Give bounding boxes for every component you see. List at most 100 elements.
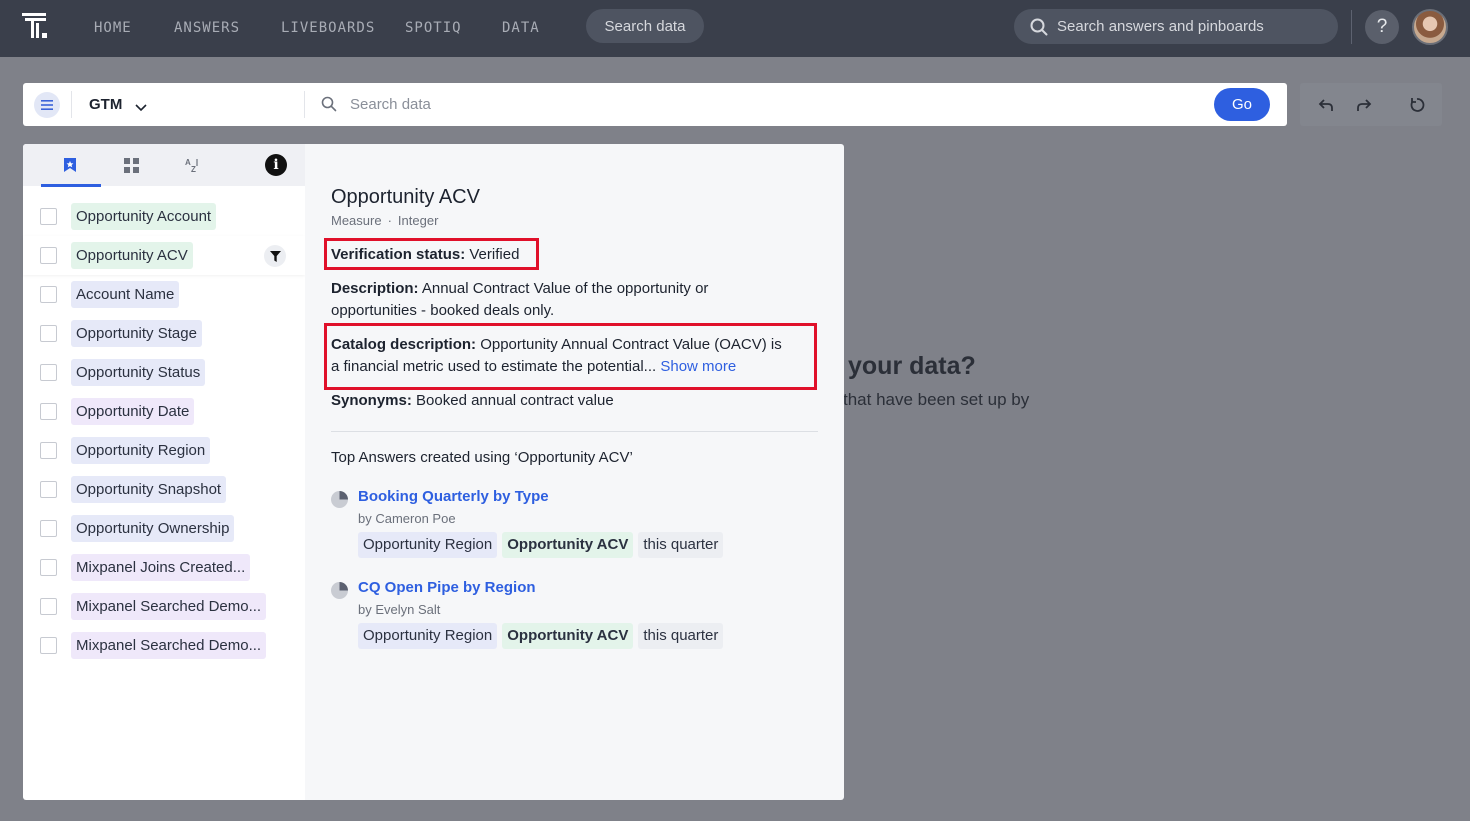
- redo-icon[interactable]: [1354, 95, 1374, 115]
- nav-divider: [1351, 10, 1352, 44]
- answer-chip: Opportunity ACV: [502, 623, 634, 649]
- divider: [71, 91, 72, 118]
- user-avatar[interactable]: [1412, 9, 1448, 45]
- answer-author: by Evelyn Salt: [358, 602, 441, 617]
- help-button[interactable]: ?: [1365, 10, 1399, 44]
- answer-chips: Opportunity Region Opportunity ACV this …: [358, 532, 724, 558]
- columns-panel: AZ i Opportunity Account Opportunity ACV…: [23, 144, 315, 800]
- undo-icon[interactable]: [1316, 95, 1336, 115]
- menu-icon[interactable]: [34, 92, 60, 118]
- column-row[interactable]: Opportunity Ownership: [23, 509, 305, 548]
- column-row[interactable]: Account Name: [23, 275, 305, 314]
- column-chip[interactable]: Opportunity Region: [71, 437, 211, 464]
- answer-chip: this quarter: [638, 532, 724, 558]
- search-icon: [321, 96, 337, 117]
- info-icon[interactable]: i: [265, 154, 287, 176]
- nav-liveboards[interactable]: LIVEBOARDS: [281, 20, 375, 36]
- grid-icon[interactable]: [120, 154, 142, 176]
- column-row[interactable]: Opportunity Stage: [23, 314, 305, 353]
- answer-chips: Opportunity Region Opportunity ACV this …: [358, 623, 724, 649]
- history-controls: [1300, 83, 1442, 126]
- nav-spotiq[interactable]: SPOTIQ: [405, 20, 462, 36]
- bookmark-icon[interactable]: [59, 154, 81, 176]
- column-chip[interactable]: Opportunity Stage: [71, 320, 202, 347]
- answer-chip: Opportunity Region: [358, 532, 498, 558]
- verification-value: Verified: [469, 246, 520, 263]
- catalog-line-2: a financial metric used to estimate the …: [331, 358, 657, 375]
- description-line-1: Annual Contract Value of the opportunity…: [421, 280, 709, 297]
- catalog-description: Catalog description: Opportunity Annual …: [331, 334, 782, 378]
- filter-icon[interactable]: [264, 245, 286, 267]
- chevron-down-icon[interactable]: [135, 99, 147, 117]
- catalog-label: Catalog description:: [331, 336, 477, 353]
- background-heading: your data?: [848, 352, 976, 380]
- column-chip[interactable]: Opportunity Date: [71, 398, 195, 425]
- description-line-2: opportunities - booked deals only.: [331, 302, 555, 319]
- answer-link[interactable]: CQ Open Pipe by Region: [358, 579, 536, 596]
- background-subtext: that have been set up by: [843, 390, 1030, 409]
- pie-chart-icon: [331, 491, 348, 508]
- show-more-link[interactable]: Show more: [660, 358, 736, 375]
- column-checkbox[interactable]: [40, 559, 57, 576]
- column-datatype: Integer: [397, 213, 439, 228]
- answer-chip: Opportunity Region: [358, 623, 498, 649]
- column-chip[interactable]: Opportunity Snapshot: [71, 476, 227, 503]
- meta-separator: ·: [387, 213, 392, 228]
- column-checkbox[interactable]: [40, 364, 57, 381]
- column-chip[interactable]: Mixpanel Joins Created...: [71, 554, 251, 581]
- sort-az-icon[interactable]: AZ: [181, 154, 203, 176]
- verification-label: Verification status:: [331, 246, 466, 263]
- column-checkbox[interactable]: [40, 481, 57, 498]
- description: Description: Annual Contract Value of th…: [331, 278, 708, 322]
- divider: [304, 91, 305, 118]
- search-data-button[interactable]: Search data: [586, 9, 704, 43]
- column-checkbox[interactable]: [40, 286, 57, 303]
- global-search-input[interactable]: Search answers and pinboards: [1014, 9, 1338, 44]
- answer-chip: Opportunity ACV: [502, 532, 634, 558]
- column-row[interactable]: Opportunity Region: [23, 431, 305, 470]
- column-chip[interactable]: Opportunity ACV: [71, 242, 193, 269]
- answer-author: by Cameron Poe: [358, 511, 456, 526]
- reset-icon[interactable]: [1407, 95, 1427, 115]
- column-checkbox[interactable]: [40, 637, 57, 654]
- column-checkbox[interactable]: [40, 247, 57, 264]
- column-row[interactable]: Opportunity Date: [23, 392, 305, 431]
- column-row[interactable]: Mixpanel Joins Created...: [23, 548, 305, 587]
- column-row[interactable]: Mixpanel Searched Demo...: [23, 626, 305, 665]
- nav-data[interactable]: DATA: [502, 20, 540, 36]
- column-checkbox[interactable]: [40, 520, 57, 537]
- go-button[interactable]: Go: [1214, 88, 1270, 121]
- data-source-selector[interactable]: GTM: [89, 96, 122, 113]
- top-nav: HOME ANSWERS LIVEBOARDS SPOTIQ DATA Sear…: [0, 0, 1470, 57]
- column-chip[interactable]: Opportunity Ownership: [71, 515, 235, 542]
- column-checkbox[interactable]: [40, 208, 57, 225]
- answer-link[interactable]: Booking Quarterly by Type: [358, 488, 549, 505]
- column-chip[interactable]: Opportunity Account: [71, 203, 217, 230]
- column-checkbox[interactable]: [40, 403, 57, 420]
- column-checkbox[interactable]: [40, 598, 57, 615]
- synonyms: Synonyms: Booked annual contract value: [331, 390, 614, 412]
- column-checkbox[interactable]: [40, 325, 57, 342]
- column-meta: Measure · Integer: [331, 213, 438, 228]
- active-tab-indicator: [41, 184, 101, 187]
- pie-chart-icon: [331, 582, 348, 599]
- column-chip[interactable]: Account Name: [71, 281, 180, 308]
- thoughtspot-logo[interactable]: [22, 13, 50, 41]
- search-data-input[interactable]: [343, 91, 1203, 118]
- column-detail-panel: Opportunity ACV Measure · Integer Verifica…: [305, 144, 844, 800]
- column-checkbox[interactable]: [40, 442, 57, 459]
- column-chip[interactable]: Mixpanel Searched Demo...: [71, 593, 267, 620]
- svg-text:Z: Z: [191, 165, 196, 173]
- synonyms-value: Booked annual contract value: [416, 392, 614, 409]
- column-row-selected[interactable]: Opportunity ACV: [23, 236, 305, 275]
- search-bar: GTM Go: [23, 83, 1287, 126]
- column-chip[interactable]: Mixpanel Searched Demo...: [71, 632, 267, 659]
- column-row[interactable]: Opportunity Snapshot: [23, 470, 305, 509]
- column-row[interactable]: Mixpanel Searched Demo...: [23, 587, 305, 626]
- global-search-placeholder: Search answers and pinboards: [1057, 18, 1264, 35]
- nav-home[interactable]: HOME: [94, 20, 132, 36]
- nav-answers[interactable]: ANSWERS: [174, 20, 240, 36]
- column-row[interactable]: Opportunity Account: [23, 197, 305, 236]
- column-chip[interactable]: Opportunity Status: [71, 359, 206, 386]
- column-row[interactable]: Opportunity Status: [23, 353, 305, 392]
